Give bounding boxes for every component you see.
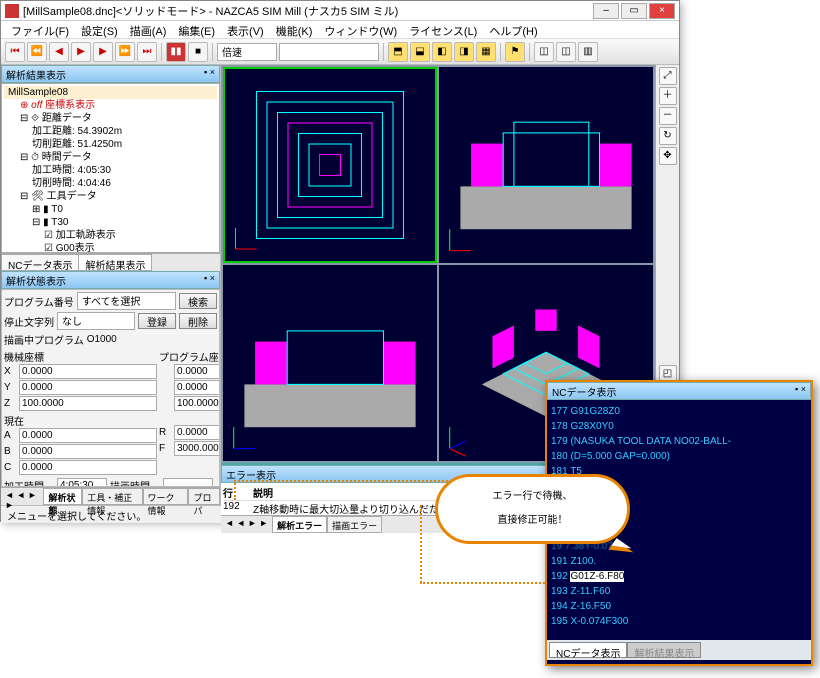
tool-e-icon[interactable]: ▦ — [476, 42, 496, 62]
view-b-icon[interactable]: ◫ — [556, 42, 576, 62]
tool-c-icon[interactable]: ◧ — [432, 42, 452, 62]
search-button[interactable]: 検索 — [179, 293, 217, 309]
menu-draw[interactable]: 描画(A) — [124, 21, 173, 38]
tree-item[interactable]: ⊟ ▮ T30 — [4, 216, 217, 229]
tool-d-icon[interactable]: ◨ — [454, 42, 474, 62]
tab-result[interactable]: 解析結果表示 — [78, 254, 152, 271]
prog-select[interactable]: すべてを選択 — [77, 292, 176, 310]
menu-view[interactable]: 表示(V) — [221, 21, 270, 38]
rotate-icon[interactable]: ↻ — [659, 127, 677, 145]
tree-leaf: 加工距離: 54.3902m — [4, 125, 217, 138]
tree-item[interactable]: ⊕ off 座標系表示 — [4, 99, 217, 112]
view-a-icon[interactable]: ◫ — [534, 42, 554, 62]
popup-tab-result[interactable]: 解析結果表示 — [627, 642, 701, 658]
view-c-icon[interactable]: ▥ — [578, 42, 598, 62]
tool-a-icon[interactable]: ⬒ — [388, 42, 408, 62]
menu-edit[interactable]: 編集(E) — [172, 21, 221, 38]
rewind-icon[interactable]: ⏪ — [27, 42, 47, 62]
tree-leaf[interactable]: ☑ 加工軌跡表示 — [4, 229, 217, 242]
fwd-icon[interactable]: ⏩ — [115, 42, 135, 62]
callout-bubble: エラー行で待機、 直接修正可能！ — [435, 474, 630, 544]
mach-z[interactable] — [19, 396, 157, 411]
app-icon — [5, 4, 19, 18]
rewind-full-icon[interactable]: ⏮ — [5, 42, 25, 62]
tab-prop[interactable]: プロパ — [188, 488, 220, 505]
prog-y[interactable] — [174, 380, 220, 395]
tree-leaf: 切削距離: 51.4250m — [4, 138, 217, 151]
status-panel: プログラム番号すべてを選択検索 停止文字列なし登録削除 描画中プログラムO100… — [1, 289, 220, 487]
tab-analysis-error[interactable]: 解析エラー — [272, 516, 327, 533]
speed-select[interactable]: 倍速 — [217, 43, 277, 61]
cur-a[interactable] — [19, 428, 157, 443]
menu-license[interactable]: ライセンス(L) — [403, 21, 483, 38]
tab-ncdata[interactable]: NCデータ表示 — [1, 254, 79, 271]
popup-tab-nc[interactable]: NCデータ表示 — [549, 642, 627, 658]
proc-time — [57, 478, 107, 487]
stop-button[interactable]: ■ — [188, 42, 208, 62]
tree-leaf: 加工時間: 4:05:30 — [4, 164, 217, 177]
draw-time — [163, 478, 213, 487]
tree-leaf[interactable]: ☑ G00表示 — [4, 242, 217, 253]
viewport-side[interactable] — [223, 265, 437, 461]
tab-nav[interactable]: ◄ ◄ ► ► — [221, 516, 272, 533]
cur-b[interactable] — [19, 444, 157, 459]
fwd-full-icon[interactable]: ⏭ — [137, 42, 157, 62]
window-title: [MillSample08.dnc]<ソリッドモード> - NAZCA5 SIM… — [23, 3, 593, 19]
zoom-in-icon[interactable]: ＋ — [659, 87, 677, 105]
cur-r[interactable] — [174, 425, 220, 440]
tree-item[interactable]: ⊟ ⏱ 時間データ — [4, 151, 217, 164]
maximize-button[interactable]: ▭ — [621, 3, 647, 19]
tab-nav[interactable]: ◄ ◄ ► ► — [1, 488, 43, 505]
mach-x[interactable] — [19, 364, 157, 379]
stop-select[interactable]: なし — [57, 312, 135, 330]
minimize-button[interactable]: – — [593, 3, 619, 19]
register-button[interactable]: 登録 — [138, 313, 176, 329]
menu-window[interactable]: ウィンドウ(W) — [318, 21, 403, 38]
tab-work-info[interactable]: ワーク情報 — [143, 488, 189, 505]
zoom-out-icon[interactable]: － — [659, 107, 677, 125]
pause-button[interactable]: ▮▮ — [166, 42, 186, 62]
tree-item[interactable]: ⊟ ⟐ 距離データ — [4, 112, 217, 125]
tab-draw-error[interactable]: 描画エラー — [327, 516, 382, 533]
tool-b-icon[interactable]: ⬓ — [410, 42, 430, 62]
step-back-icon[interactable]: ◀ — [49, 42, 69, 62]
tab-tool-info[interactable]: 工具・補正情報 — [82, 488, 142, 505]
prog-x[interactable] — [174, 364, 220, 379]
menu-settings[interactable]: 設定(S) — [75, 21, 124, 38]
result-tree[interactable]: MillSample08 ⊕ off 座標系表示 ⊟ ⟐ 距離データ 加工距離:… — [1, 83, 220, 253]
tree-item[interactable]: ⊞ ▮ T0 — [4, 203, 217, 216]
delete-button[interactable]: 削除 — [179, 313, 217, 329]
popup-title: NCデータ表示 — [552, 384, 616, 398]
tree-item[interactable]: ⊟ 🛠 工具データ — [4, 190, 217, 203]
viewport-front[interactable] — [439, 67, 653, 263]
flag-icon[interactable]: ⚑ — [505, 42, 525, 62]
tree-leaf: 切削時間: 4:04:46 — [4, 177, 217, 190]
cur-f[interactable] — [174, 441, 220, 456]
menu-file[interactable]: ファイル(F) — [5, 21, 75, 38]
mach-y[interactable] — [19, 380, 157, 395]
nc-highlighted-line[interactable]: 192 G01Z-6.F80 — [551, 569, 807, 584]
panel-result-header: 解析結果表示▪ × — [1, 65, 220, 83]
menu-func[interactable]: 機能(K) — [270, 21, 319, 38]
play-icon[interactable]: ▶ — [71, 42, 91, 62]
panel-status-header: 解析状態表示▪ × — [1, 271, 220, 289]
close-button[interactable]: × — [649, 3, 675, 19]
prog-z[interactable] — [174, 396, 220, 411]
cur-c[interactable] — [19, 460, 157, 475]
fit-icon[interactable]: ⤢ — [659, 67, 677, 85]
step-fwd-icon[interactable]: ▶ — [93, 42, 113, 62]
tree-root[interactable]: MillSample08 — [4, 86, 217, 99]
toolbar: ⏮ ⏪ ◀ ▶ ▶ ⏩ ⏭ ▮▮ ■ 倍速 ⬒ ⬓ ◧ ◨ ▦ ⚑ ◫ ◫ ▥ — [1, 39, 679, 65]
viewport-top[interactable] — [223, 67, 437, 263]
menubar: ファイル(F) 設定(S) 描画(A) 編集(E) 表示(V) 機能(K) ウィ… — [1, 21, 679, 39]
speed-value[interactable] — [279, 43, 379, 61]
pan-icon[interactable]: ✥ — [659, 147, 677, 165]
menu-help[interactable]: ヘルプ(H) — [483, 21, 543, 38]
tab-analysis-state[interactable]: 解析状態 — [43, 488, 82, 505]
